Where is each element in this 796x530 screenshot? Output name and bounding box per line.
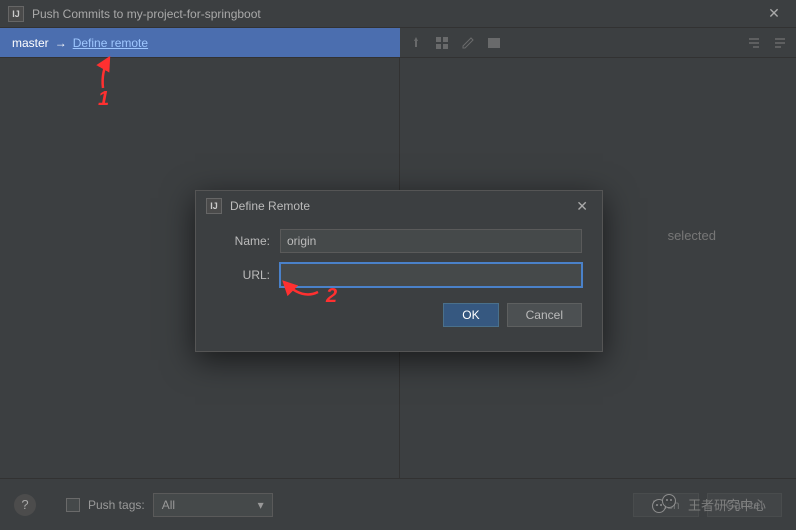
push-tags-combo[interactable]: All ▾ — [153, 493, 273, 517]
image-icon[interactable] — [486, 35, 502, 51]
url-field[interactable] — [280, 263, 582, 287]
collapse-icon[interactable] — [746, 35, 762, 51]
footer: ? Push tags: All ▾ Push Cancel — [0, 478, 796, 530]
expand-icon[interactable] — [772, 35, 788, 51]
chevron-down-icon: ▾ — [258, 498, 264, 512]
no-commits-label: selected — [668, 228, 716, 243]
close-icon[interactable]: ✕ — [760, 0, 788, 28]
combo-value: All — [162, 498, 175, 512]
pin-icon[interactable] — [408, 35, 424, 51]
name-field[interactable] — [280, 229, 582, 253]
help-button[interactable]: ? — [14, 494, 36, 516]
toolbar: master → Define remote — [0, 28, 796, 58]
push-tags-label: Push tags: — [88, 498, 145, 512]
arrow-icon: → — [55, 36, 67, 50]
dialog-cancel-button[interactable]: Cancel — [507, 303, 582, 327]
titlebar: IJ Push Commits to my-project-for-spring… — [0, 0, 796, 28]
push-tags-checkbox[interactable] — [66, 498, 80, 512]
dialog-close-icon[interactable]: ✕ — [572, 198, 592, 215]
push-tags-group: Push tags: All ▾ — [66, 493, 273, 517]
app-icon: IJ — [8, 6, 24, 22]
name-label: Name: — [216, 234, 270, 248]
push-button[interactable]: Push — [633, 493, 698, 517]
right-toolbar — [400, 35, 796, 51]
dialog-app-icon: IJ — [206, 198, 222, 214]
ok-button[interactable]: OK — [443, 303, 498, 327]
cancel-button[interactable]: Cancel — [707, 493, 782, 517]
local-branch: master — [12, 36, 49, 50]
branch-panel[interactable]: master → Define remote — [0, 28, 400, 57]
window-title: Push Commits to my-project-for-springboo… — [32, 7, 760, 21]
dialog-title: Define Remote — [230, 199, 310, 213]
grid-icon[interactable] — [434, 35, 450, 51]
define-remote-dialog: IJ Define Remote ✕ Name: URL: OK Cancel — [195, 190, 603, 352]
edit-icon[interactable] — [460, 35, 476, 51]
dialog-titlebar: IJ Define Remote ✕ — [196, 191, 602, 221]
define-remote-link[interactable]: Define remote — [73, 36, 148, 50]
url-label: URL: — [216, 268, 270, 282]
